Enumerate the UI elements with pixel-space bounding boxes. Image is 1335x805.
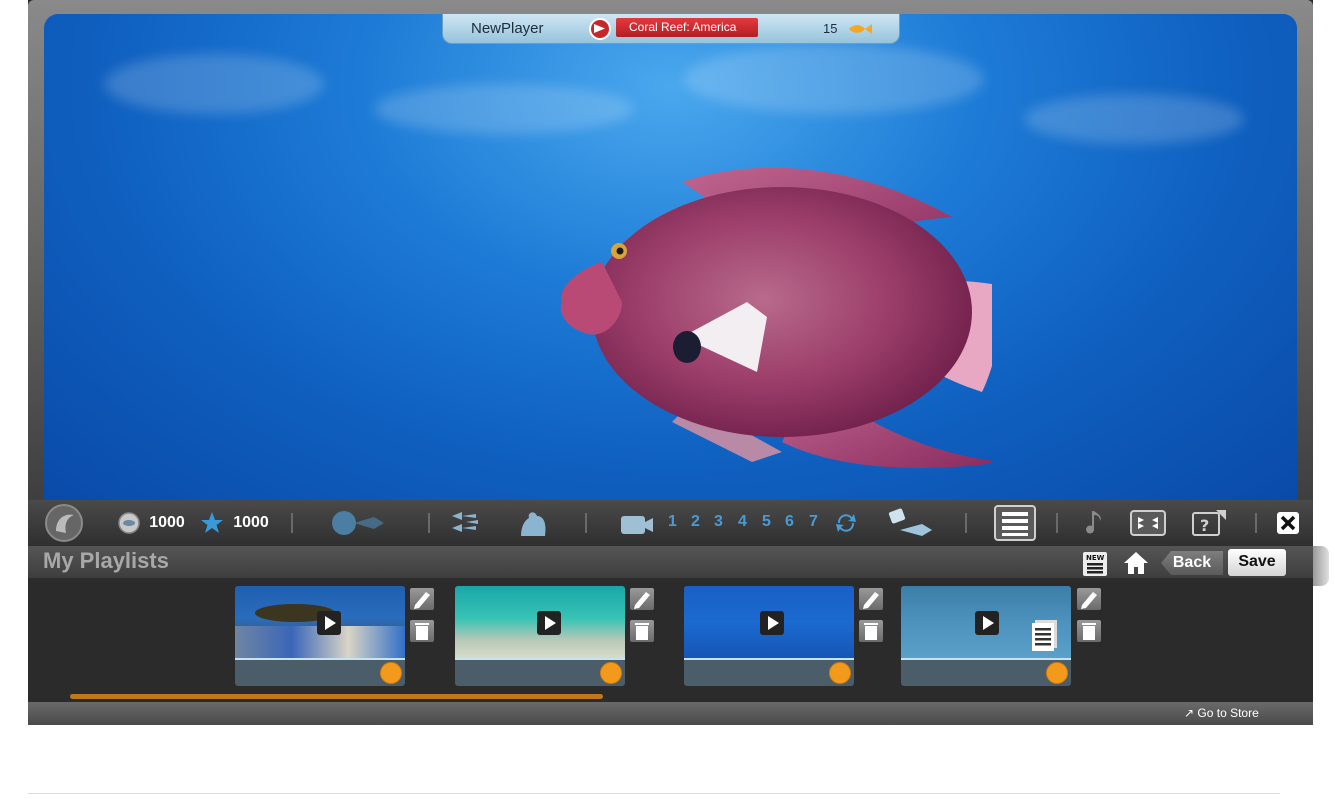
footer: ↗ Go to Store [28, 702, 1313, 725]
playlist-card[interactable] [235, 586, 405, 686]
svg-text:?: ? [1200, 516, 1209, 535]
edit-icon[interactable] [630, 588, 654, 610]
coin-count: 1000 [149, 514, 185, 531]
trash-icon[interactable] [630, 620, 654, 642]
aquarium-frame: NewPlayer Coral Reef: America 15 [28, 0, 1313, 510]
aquarium-app: NewPlayer Coral Reef: America 15 1000 10… [28, 0, 1329, 725]
new-icon-text: NEW [1086, 554, 1105, 562]
star-icon [199, 500, 225, 546]
playlist-area [28, 578, 1313, 702]
separator [1255, 513, 1257, 533]
close-icon[interactable] [1275, 500, 1301, 546]
camera-1[interactable]: 1 [668, 513, 677, 531]
location-label[interactable]: Coral Reef: America [616, 18, 758, 37]
dolphin-logo-icon[interactable] [42, 500, 86, 546]
play-icon[interactable] [760, 611, 784, 635]
playlist-header: My Playlists NEW Back Save [28, 546, 1313, 578]
playlist-status-dot[interactable] [829, 662, 851, 684]
gold-fish-icon [849, 24, 872, 34]
playlist-status-dot[interactable] [600, 662, 622, 684]
edit-icon[interactable] [410, 588, 434, 610]
back-button[interactable]: Back [1161, 551, 1223, 575]
camera-2[interactable]: 2 [691, 513, 700, 531]
new-playlist-icon[interactable]: NEW [1082, 552, 1108, 576]
playlist-status-dot[interactable] [380, 662, 402, 684]
flag-icon [589, 18, 611, 40]
camera-6[interactable]: 6 [785, 513, 794, 531]
page-title: My Playlists [43, 548, 169, 573]
save-button[interactable]: Save [1228, 549, 1286, 576]
playlist-card[interactable] [455, 586, 625, 686]
trash-icon[interactable] [859, 620, 883, 642]
playlist-card[interactable] [684, 586, 854, 686]
player-info-bar: NewPlayer Coral Reef: America 15 [442, 14, 900, 44]
playlist-card[interactable] [901, 586, 1071, 686]
separator [428, 513, 430, 533]
light-ripple [104, 54, 324, 114]
star-count: 1000 [233, 514, 269, 531]
separator [585, 513, 587, 533]
separator [291, 513, 293, 533]
light-ripple [1024, 94, 1244, 144]
separator [965, 513, 967, 533]
trash-icon[interactable] [1077, 620, 1101, 642]
decorations-icon[interactable] [515, 500, 551, 546]
light-ripple [684, 44, 984, 114]
trash-icon[interactable] [410, 620, 434, 642]
go-to-store-link[interactable]: ↗ Go to Store [1184, 706, 1259, 720]
page-divider [28, 793, 1280, 794]
edit-icon[interactable] [859, 588, 883, 610]
external-link-icon: ↗ [1184, 706, 1195, 720]
home-icon[interactable] [1123, 551, 1149, 575]
shell-fish-icon[interactable] [326, 500, 386, 546]
thumbnail-divider [455, 658, 625, 660]
loop-icon[interactable] [832, 500, 860, 546]
thumbnail-divider [901, 658, 1071, 660]
go-to-store-label: Go to Store [1197, 706, 1259, 720]
help-popout-icon[interactable]: ? [1190, 500, 1230, 546]
separator [1056, 513, 1058, 533]
camera-4[interactable]: 4 [738, 513, 747, 531]
thumbnail-divider [684, 658, 854, 660]
coin-icon [116, 500, 142, 546]
camera-3[interactable]: 3 [714, 513, 723, 531]
player-name[interactable]: NewPlayer [471, 20, 544, 37]
play-icon[interactable] [317, 611, 341, 635]
fish-count: 15 [823, 21, 838, 36]
horizontal-scrollbar[interactable] [70, 694, 603, 699]
play-icon[interactable] [537, 611, 561, 635]
fish-school-icon[interactable] [446, 500, 482, 546]
fish-feed-icon[interactable] [883, 500, 935, 546]
camera-icon[interactable] [618, 500, 656, 546]
aquarium-view[interactable] [44, 14, 1297, 504]
playlist-icon[interactable] [992, 500, 1038, 546]
light-ripple [374, 84, 634, 134]
playlist-document-icon [1032, 620, 1057, 651]
toolbar: 1000 1000 1 2 3 4 5 6 7 ? [28, 500, 1313, 546]
fullscreen-icon[interactable] [1128, 500, 1168, 546]
camera-5[interactable]: 5 [762, 513, 771, 531]
thumbnail-divider [235, 658, 405, 660]
edit-icon[interactable] [1077, 588, 1101, 610]
camera-7[interactable]: 7 [809, 513, 818, 531]
playlist-status-dot[interactable] [1046, 662, 1068, 684]
play-icon[interactable] [975, 611, 999, 635]
side-handle[interactable] [1313, 546, 1329, 586]
angelfish[interactable] [512, 152, 992, 482]
music-note-icon[interactable] [1084, 500, 1108, 546]
